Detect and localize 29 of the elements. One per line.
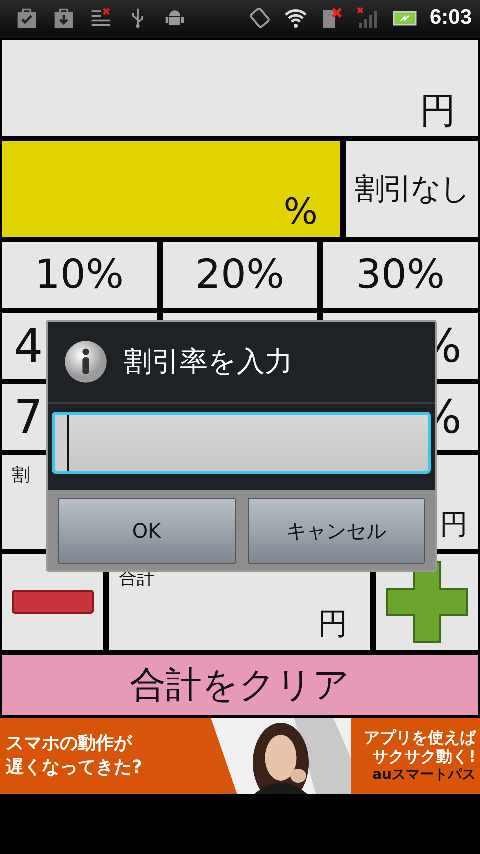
ad-banner[interactable]: スマホの動作が 遅くなってきた? アプリを使えば サクサク動く! auスマートパス (0, 718, 480, 794)
list-error-icon (90, 7, 112, 29)
ad-brand-name: auスマートパス (372, 766, 476, 784)
info-icon (64, 340, 108, 384)
clock-time: 6:03 (430, 6, 472, 30)
minus-icon (12, 590, 94, 614)
currency-unit: 円 (318, 610, 348, 640)
result-label: 割 (12, 464, 30, 487)
ad-headline: 遅くなってきた? (6, 757, 144, 779)
dialog-button[interactable]: OK (58, 498, 236, 564)
ad-tagline: アプリを使えば (364, 728, 476, 747)
ad-headline: スマホの動作が (6, 733, 134, 755)
dialog-title: 割引率を入力 (124, 344, 293, 380)
currency-unit: 円 (440, 511, 468, 539)
input-field[interactable] (52, 412, 431, 474)
rate-button[interactable]: 30% (323, 242, 478, 308)
bag-check-icon (16, 7, 38, 29)
dialog-button[interactable]: キャンセル (248, 498, 425, 564)
rate-button[interactable]: 20% (163, 242, 317, 308)
signal-icon (356, 6, 380, 30)
download-bag-icon (53, 7, 75, 29)
no-discount-button[interactable]: 割引なし (346, 141, 478, 237)
rate-button[interactable]: 10% (2, 242, 157, 308)
rotate-phone-icon (248, 6, 272, 30)
plus-icon (386, 561, 468, 643)
ad-tagline: サクサク動く! (372, 747, 476, 766)
clear-total-button[interactable]: 合計をクリア (2, 655, 478, 715)
currency-unit: 円 (420, 94, 456, 130)
percent-unit: % (284, 195, 318, 231)
